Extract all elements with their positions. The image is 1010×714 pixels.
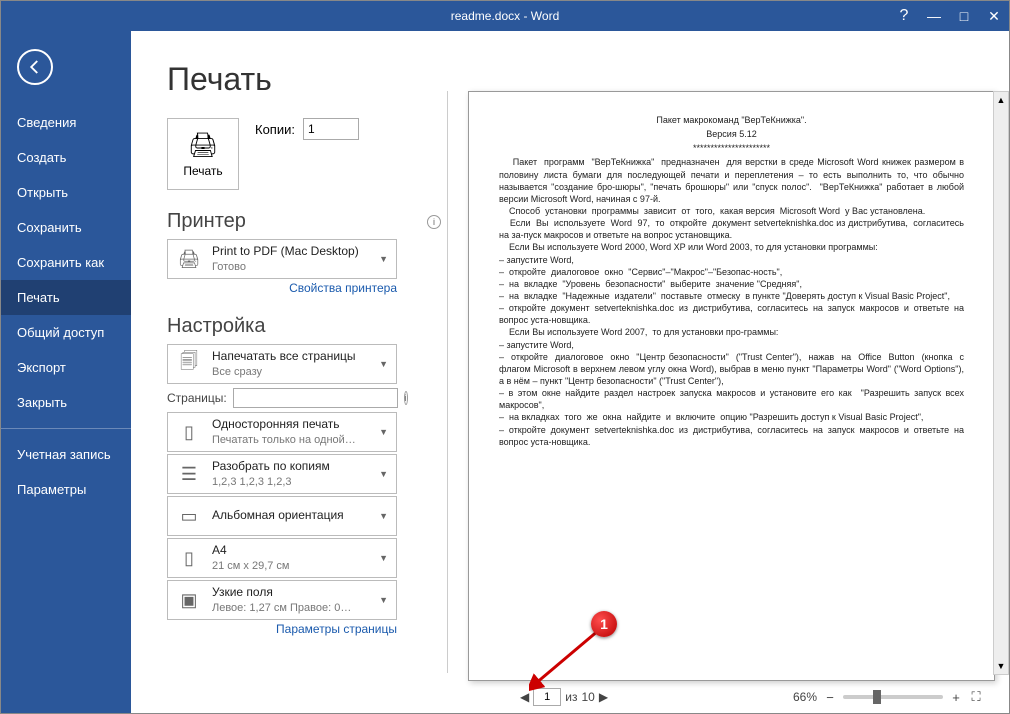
collate-dropdown[interactable]: ☰ Разобрать по копиям 1,2,3 1,2,3 1,2,3 … xyxy=(167,454,397,494)
page-heading: Печать xyxy=(167,61,441,98)
printer-dropdown[interactable]: 🖨 Print to PDF (Mac Desktop) Готово ▼ xyxy=(167,239,397,279)
print-button[interactable]: 🖨 Печать xyxy=(167,118,239,190)
printer-icon: 🖨 xyxy=(188,131,218,160)
close-button[interactable]: ✕ xyxy=(979,1,1009,31)
maximize-button[interactable]: □ xyxy=(949,1,979,31)
printer-properties-link[interactable]: Свойства принтера xyxy=(167,281,397,295)
pages-icon: 🗐 xyxy=(174,349,204,379)
chevron-down-icon: ▼ xyxy=(377,511,390,521)
printer-name: Print to PDF (Mac Desktop) xyxy=(212,244,369,260)
zoom-value: 66% xyxy=(793,690,817,704)
preview-scrollbar[interactable]: ▲ ▼ xyxy=(993,91,1009,675)
nav-new[interactable]: Создать xyxy=(1,140,131,175)
chevron-down-icon: ▼ xyxy=(377,254,390,264)
printer-status: Готово xyxy=(212,260,369,274)
page-number-input[interactable] xyxy=(533,688,561,706)
copies-label: Копии: xyxy=(255,122,295,137)
preview-statusbar: ◀ из 10 ▶ 66% − + ⛶ xyxy=(468,681,995,713)
scroll-up-icon[interactable]: ▲ xyxy=(994,92,1008,108)
zoom-fit-button[interactable]: ⛶ xyxy=(969,690,983,704)
nav-account[interactable]: Учетная запись xyxy=(1,437,131,472)
margins-dropdown[interactable]: ▣ Узкие поля Левое: 1,27 см Правое: 0… ▼ xyxy=(167,580,397,620)
preview-title1: Пакет макрокоманд "ВерТеКнижка". xyxy=(499,114,964,126)
help-icon[interactable]: ? xyxy=(889,1,919,31)
margins-icon: ▣ xyxy=(174,585,204,615)
nav-save[interactable]: Сохранить xyxy=(1,210,131,245)
preview-title2: Версия 5.12 xyxy=(499,128,964,140)
sides-dropdown[interactable]: ▯ Односторонняя печать Печатать только н… xyxy=(167,412,397,452)
copies-input[interactable] xyxy=(303,118,359,140)
chevron-down-icon: ▼ xyxy=(377,469,390,479)
page-total: 10 xyxy=(581,690,594,704)
paper-icon: ▯ xyxy=(174,543,204,573)
landscape-icon: ▭ xyxy=(174,501,204,531)
info-icon[interactable]: i xyxy=(404,391,408,405)
zoom-thumb[interactable] xyxy=(873,690,881,704)
titlebar: readme.docx - Word ? — □ ✕ xyxy=(1,1,1009,31)
collate-icon: ☰ xyxy=(174,459,204,489)
back-button[interactable] xyxy=(17,49,53,85)
print-range-dropdown[interactable]: 🗐 Напечатать все страницы Все сразу ▼ xyxy=(167,344,397,384)
nav-info[interactable]: Сведения xyxy=(1,105,131,140)
vertical-divider xyxy=(447,91,448,673)
preview-body: Пакет программ "ВерТеКнижка" предназначе… xyxy=(499,156,964,447)
print-button-label: Печать xyxy=(183,164,222,178)
nav-separator xyxy=(1,428,131,429)
zoom-out-button[interactable]: − xyxy=(823,690,837,704)
orientation-dropdown[interactable]: ▭ Альбомная ориентация ▼ xyxy=(167,496,397,536)
pages-input[interactable] xyxy=(233,388,398,408)
nav-share[interactable]: Общий доступ xyxy=(1,315,131,350)
preview-pane: Пакет макрокоманд "ВерТеКнижка". Версия … xyxy=(454,31,1009,713)
chevron-down-icon: ▼ xyxy=(377,359,390,369)
printer-device-icon: 🖨 xyxy=(174,244,204,274)
page-preview: Пакет макрокоманд "ВерТеКнижка". Версия … xyxy=(468,91,995,681)
chevron-down-icon: ▼ xyxy=(377,427,390,437)
chevron-down-icon: ▼ xyxy=(377,553,390,563)
one-sided-icon: ▯ xyxy=(174,417,204,447)
annotation-callout-1: 1 xyxy=(591,611,617,637)
prev-page-button[interactable]: ◀ xyxy=(520,690,529,704)
minimize-button[interactable]: — xyxy=(919,1,949,31)
nav-saveas[interactable]: Сохранить как xyxy=(1,245,131,280)
scroll-down-icon[interactable]: ▼ xyxy=(994,658,1008,674)
nav-close[interactable]: Закрыть xyxy=(1,385,131,420)
backstage-sidebar: Сведения Создать Открыть Сохранить Сохра… xyxy=(1,31,131,713)
page-sep: из xyxy=(565,690,577,704)
chevron-down-icon: ▼ xyxy=(377,595,390,605)
arrow-left-icon xyxy=(26,58,44,76)
settings-section-title: Настройка xyxy=(167,315,265,338)
window-title: readme.docx - Word xyxy=(451,9,560,23)
next-page-button[interactable]: ▶ xyxy=(599,690,608,704)
print-controls: Печать 🖨 Печать Копии: Принтер i xyxy=(131,31,441,713)
nav-print[interactable]: Печать xyxy=(1,280,131,315)
nav-open[interactable]: Открыть xyxy=(1,175,131,210)
page-setup-link[interactable]: Параметры страницы xyxy=(167,622,397,636)
paper-dropdown[interactable]: ▯ A4 21 см x 29,7 см ▼ xyxy=(167,538,397,578)
printer-section-title: Принтер xyxy=(167,210,246,233)
pages-label: Страницы: xyxy=(167,391,227,405)
zoom-in-button[interactable]: + xyxy=(949,690,963,704)
preview-stars: ********************** xyxy=(499,142,964,154)
zoom-slider[interactable] xyxy=(843,695,943,699)
nav-options[interactable]: Параметры xyxy=(1,472,131,507)
scroll-track[interactable] xyxy=(994,108,1008,658)
info-icon[interactable]: i xyxy=(427,215,441,229)
nav-export[interactable]: Экспорт xyxy=(1,350,131,385)
